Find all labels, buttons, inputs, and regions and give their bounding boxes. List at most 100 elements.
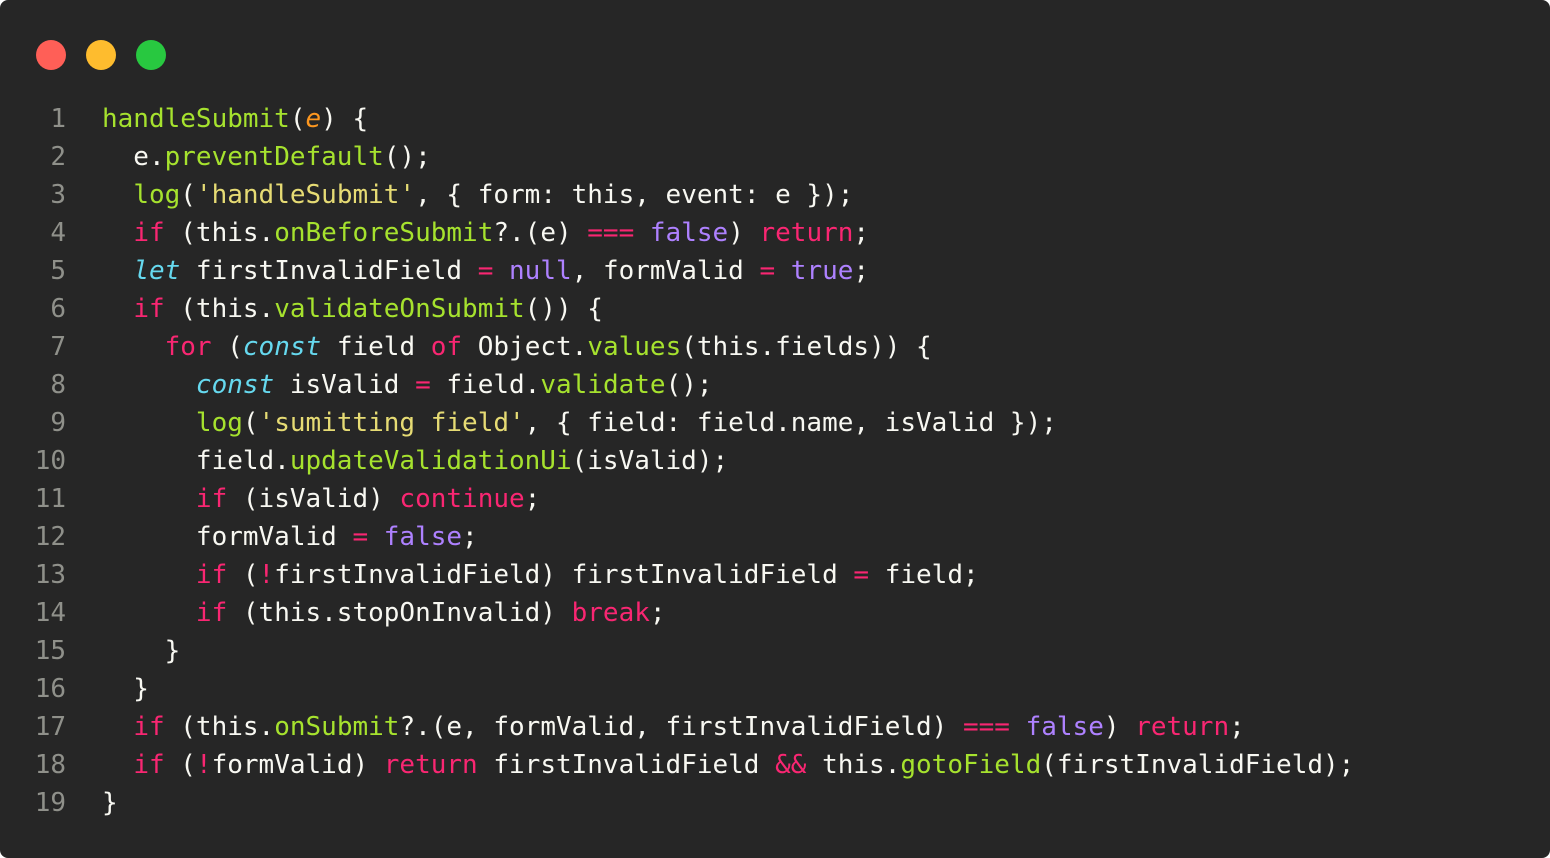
code-text: } <box>66 784 118 822</box>
code-token: return <box>759 218 854 248</box>
code-token: ) <box>728 218 760 248</box>
code-token: formValid) <box>211 750 384 780</box>
code-line: 7 for (const field of Object.values(this… <box>0 328 1550 366</box>
code-token: } <box>102 636 181 666</box>
code-token: if <box>133 712 165 742</box>
code-token: = <box>853 560 870 590</box>
code-text: } <box>66 632 181 670</box>
code-line: 19} <box>0 784 1550 822</box>
code-token: onBeforeSubmit <box>274 218 494 248</box>
code-token: if <box>195 598 228 628</box>
code-block: 1 handleSubmit(e) {2 e.preventDefault(); 3… <box>0 100 1550 822</box>
line-number: 13 <box>34 560 66 590</box>
window-controls <box>36 40 166 70</box>
code-token: field; <box>869 560 979 590</box>
code-token: if <box>133 218 165 248</box>
code-token: = <box>759 256 776 286</box>
code-token: ; <box>524 484 541 514</box>
code-token: of <box>430 332 463 362</box>
code-token: = <box>352 522 369 552</box>
code-token: e. <box>102 142 165 172</box>
code-token: false <box>1025 712 1104 742</box>
code-text: let firstInvalidField = null, formValid … <box>66 252 869 290</box>
code-line: 10 field.updateValidationUi(isValid); <box>0 442 1550 480</box>
code-token: (); <box>383 142 431 172</box>
code-token: && <box>775 750 807 780</box>
line-number: 5 <box>50 256 66 286</box>
line-number: 19 <box>34 788 66 818</box>
code-text: const isValid = field.validate(); <box>66 366 713 404</box>
line-number: 12 <box>34 522 66 552</box>
line-number: 1 <box>50 104 66 134</box>
code-token: === <box>587 218 635 248</box>
line-number: 8 <box>50 370 66 400</box>
code-token: let <box>133 256 181 286</box>
code-token: (this. <box>164 712 275 742</box>
code-token: for <box>164 332 212 362</box>
code-line: 4 if (this.onBeforeSubmit?.(e) === false… <box>0 214 1550 252</box>
maximize-button[interactable] <box>136 40 166 70</box>
code-window: 1 handleSubmit(e) {2 e.preventDefault(); 3… <box>0 0 1550 858</box>
code-token: return <box>383 750 478 780</box>
code-token: ()) { <box>524 294 603 324</box>
code-text: if (this.validateOnSubmit()) { <box>66 290 603 328</box>
code-line: 16 } <box>0 670 1550 708</box>
code-text: handleSubmit(e) { <box>66 100 368 138</box>
code-token: (); <box>665 370 713 400</box>
line-number: 17 <box>34 712 66 742</box>
code-token: null <box>509 256 572 286</box>
code-token: log <box>195 408 243 438</box>
code-text: log('handleSubmit', { form: this, event:… <box>66 176 853 214</box>
code-token: , { field: field.name, isValid }); <box>524 408 1057 438</box>
code-token: formValid <box>102 522 353 552</box>
line-number: 9 <box>50 408 66 438</box>
code-text: if (this.onBeforeSubmit?.(e) === false) … <box>66 214 869 252</box>
code-token: handleSubmit <box>102 104 290 134</box>
code-token: this. <box>806 750 901 780</box>
code-token: log <box>133 180 181 210</box>
close-button[interactable] <box>36 40 66 70</box>
code-token: 'handleSubmit' <box>195 180 416 210</box>
code-token: false <box>383 522 463 552</box>
code-text: log('sumitting field', { field: field.na… <box>66 404 1057 442</box>
code-line: 6 if (this.validateOnSubmit()) { <box>0 290 1550 328</box>
code-token: continue <box>399 484 525 514</box>
code-token: ) { <box>321 104 369 134</box>
code-token: const <box>242 332 322 362</box>
line-number: 14 <box>34 598 66 628</box>
code-line: 12 formValid = false; <box>0 518 1550 556</box>
code-token: } <box>102 674 149 704</box>
code-token: = <box>415 370 431 400</box>
code-token: (this. <box>164 294 275 324</box>
line-number: 15 <box>34 636 66 666</box>
code-token: } <box>102 788 118 818</box>
code-token: ?.(e) <box>493 218 588 248</box>
code-line: 5 let firstInvalidField = null, formVali… <box>0 252 1550 290</box>
code-token: , formValid <box>571 256 760 286</box>
code-token: = <box>477 256 494 286</box>
code-text: if (isValid) continue; <box>66 480 540 518</box>
code-token: ( <box>242 408 259 438</box>
code-token: firstInvalidField <box>477 750 776 780</box>
code-token: ?.(e, formValid, firstInvalidField) <box>399 712 963 742</box>
code-line: 18 if (!formValid) return firstInvalidFi… <box>0 746 1550 784</box>
code-token: field. <box>102 446 290 476</box>
code-line: 8 const isValid = field.validate(); <box>0 366 1550 404</box>
code-token: isValid <box>274 370 416 400</box>
code-token: validate <box>540 370 666 400</box>
code-token: updateValidationUi <box>289 446 572 476</box>
minimize-button[interactable] <box>86 40 116 70</box>
code-token: ( <box>211 332 243 362</box>
code-token: if <box>133 750 165 780</box>
